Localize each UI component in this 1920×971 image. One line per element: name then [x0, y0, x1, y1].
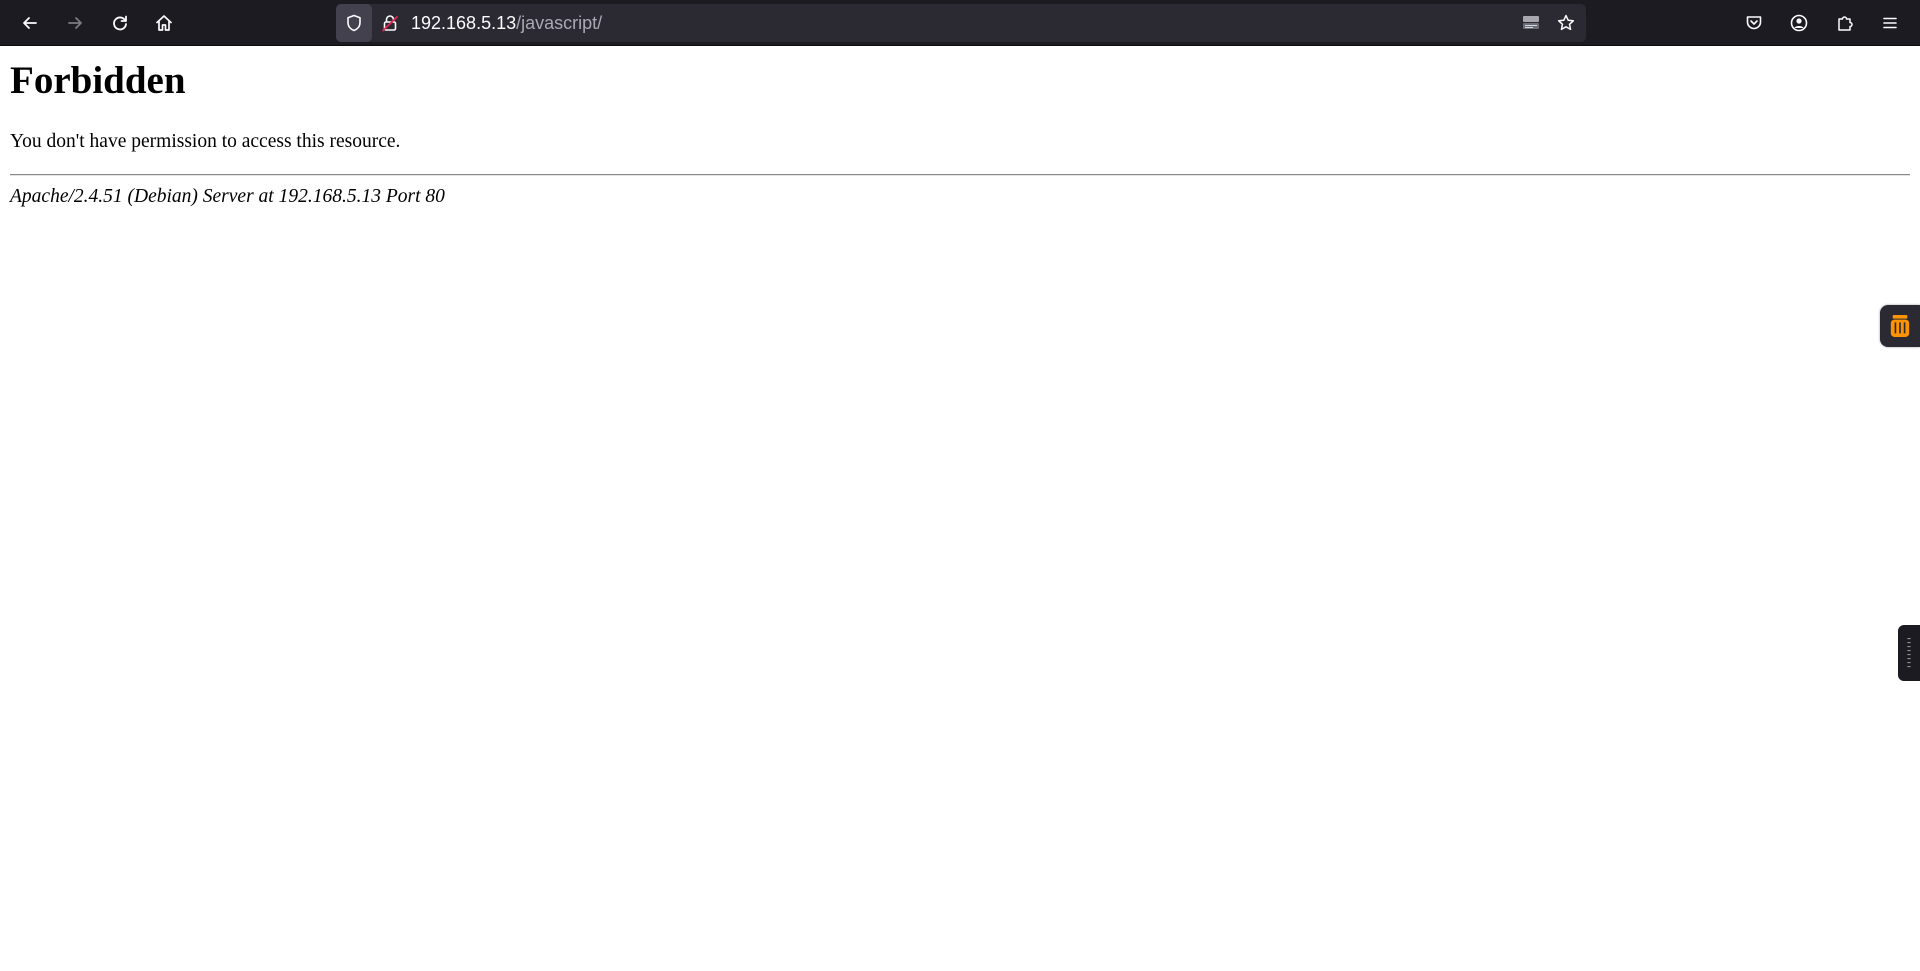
- back-button[interactable]: [14, 7, 46, 39]
- error-message: You don't have permission to access this…: [10, 131, 401, 152]
- account-icon: [1790, 14, 1808, 32]
- server-signature: Apache/2.4.51 (Debian) Server at 192.168…: [10, 186, 445, 207]
- reader-view-button[interactable]: [1516, 8, 1546, 38]
- forward-button[interactable]: [59, 7, 91, 39]
- browser-toolbar: 192.168.5.13/javascript/: [0, 0, 1920, 46]
- divider: [10, 174, 1910, 176]
- pocket-icon: [1746, 16, 1762, 30]
- home-icon: [156, 15, 172, 31]
- page-content: Forbidden You don't have permission to a…: [0, 47, 1920, 971]
- extension-icon: [1890, 315, 1910, 337]
- url-text[interactable]: 192.168.5.13/javascript/: [411, 4, 602, 42]
- grip-icon: [1907, 638, 1911, 668]
- pocket-button[interactable]: [1738, 7, 1770, 39]
- reload-icon: [113, 15, 127, 31]
- site-identity-button[interactable]: [376, 4, 404, 42]
- shield-icon: [347, 14, 361, 32]
- url-path: /javascript/: [516, 13, 603, 33]
- page-title: Forbidden: [10, 59, 186, 102]
- reader-view-icon: [1523, 16, 1539, 29]
- application-menu-button[interactable]: [1874, 7, 1906, 39]
- reload-button[interactable]: [104, 7, 136, 39]
- insecure-lock-icon: [382, 15, 398, 32]
- hamburger-menu-icon: [1883, 17, 1897, 29]
- address-bar[interactable]: 192.168.5.13/javascript/: [336, 4, 1586, 42]
- puzzle-icon: [1838, 16, 1853, 31]
- star-icon: [1557, 14, 1575, 31]
- extensions-button[interactable]: [1829, 7, 1861, 39]
- tracking-protection-button[interactable]: [336, 4, 372, 42]
- side-panel-handle[interactable]: [1898, 625, 1920, 681]
- arrow-right-icon: [68, 17, 82, 29]
- extension-side-tab[interactable]: [1880, 305, 1920, 347]
- arrow-left-icon: [23, 17, 37, 29]
- bookmark-button[interactable]: [1551, 8, 1581, 38]
- url-host: 192.168.5.13: [411, 13, 517, 33]
- home-button[interactable]: [148, 7, 180, 39]
- account-button[interactable]: [1783, 7, 1815, 39]
